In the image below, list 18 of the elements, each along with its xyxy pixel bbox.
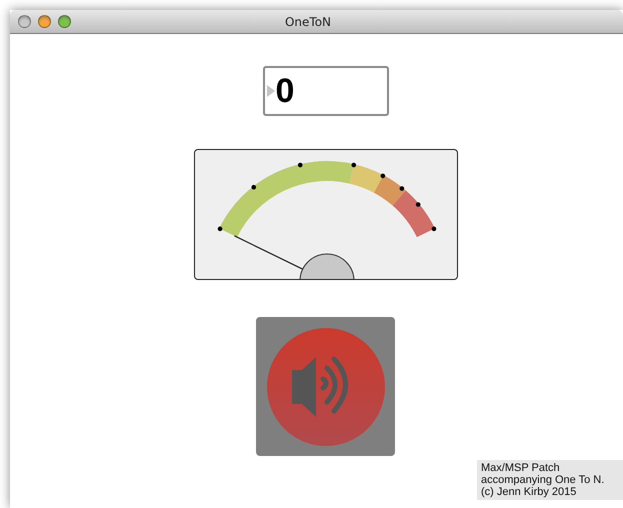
tick-dot bbox=[297, 162, 302, 168]
tick-dot bbox=[250, 184, 256, 190]
speaker-icon bbox=[266, 328, 384, 446]
tick-dot bbox=[415, 202, 420, 207]
triangle-icon bbox=[266, 85, 274, 97]
close-icon[interactable] bbox=[18, 15, 31, 28]
tick-dot bbox=[350, 162, 356, 168]
gauge-needle[interactable] bbox=[234, 235, 302, 270]
window-title: OneToN bbox=[284, 14, 332, 28]
credit-note: Max/MSP Patch accompanying One To N. (c) Jenn Kirby 2015 bbox=[477, 460, 623, 500]
tick-dot bbox=[399, 186, 404, 191]
needle-hub bbox=[299, 254, 354, 279]
number-box[interactable]: 0 bbox=[262, 66, 388, 116]
minimize-icon[interactable] bbox=[38, 15, 51, 28]
tick-dot bbox=[431, 226, 436, 232]
zoom-icon[interactable] bbox=[58, 15, 71, 28]
tick-dot bbox=[380, 174, 385, 178]
tick-dot bbox=[217, 226, 222, 232]
